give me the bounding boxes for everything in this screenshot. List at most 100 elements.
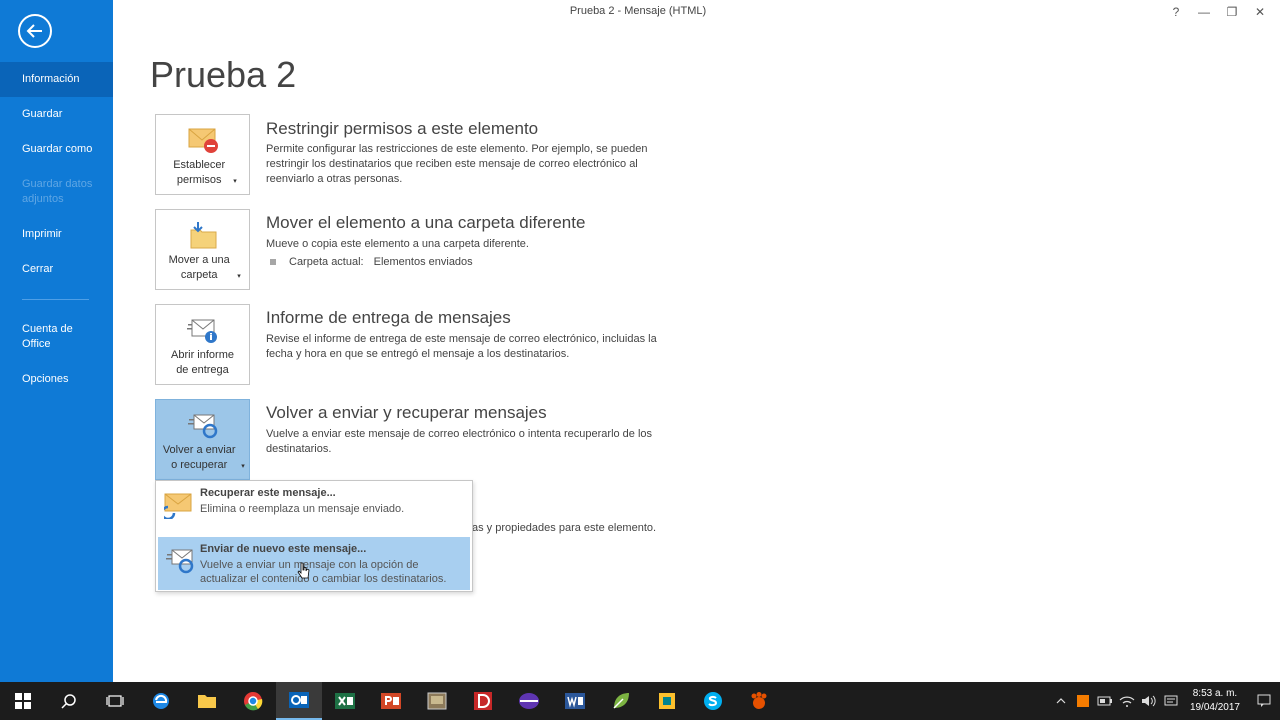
taskbar-app-paw[interactable]	[736, 682, 782, 720]
nav-imprimir[interactable]: Imprimir	[0, 217, 113, 252]
resend-envelope-icon	[166, 549, 194, 574]
resend-message-icon	[187, 414, 217, 439]
taskbar-chrome[interactable]	[230, 682, 276, 720]
bullet-icon	[270, 259, 276, 265]
delivery-title: Informe de entrega de mensajes	[266, 308, 511, 327]
current-folder-label: Carpeta actual:	[289, 256, 364, 268]
arrow-left-icon	[26, 24, 42, 38]
taskbar-edge[interactable]	[138, 682, 184, 720]
chrome-icon	[244, 692, 263, 711]
dropdown-caret-icon: ▾	[233, 178, 237, 185]
d-app-icon	[474, 692, 492, 710]
windows-logo-icon	[15, 693, 31, 709]
resend-recall-menu: Recuperar este mensaje... Elimina o reem…	[155, 480, 473, 592]
powerpoint-icon	[381, 693, 401, 709]
taskbar-word[interactable]	[552, 682, 598, 720]
permissions-desc: Permite configurar las restricciones de …	[266, 143, 648, 185]
disc-app-icon	[519, 693, 539, 709]
wifi-icon[interactable]	[1116, 682, 1138, 720]
clock-date: 19/04/2017	[1189, 702, 1240, 713]
resend-title: Volver a enviar y recuperar mensajes	[266, 403, 547, 422]
minimize-button[interactable]: —	[1190, 2, 1218, 22]
system-clock[interactable]: 8:53 a. m. 19/04/2017	[1182, 687, 1248, 715]
tray-chevron-up-icon[interactable]	[1050, 682, 1072, 720]
move-title: Mover el elemento a una carpeta diferent…	[266, 213, 586, 232]
word-icon	[565, 693, 585, 709]
outlook-icon	[289, 692, 309, 708]
taskbar: 8:53 a. m. 19/04/2017	[0, 682, 1280, 720]
taskbar-app-leaf[interactable]	[598, 682, 644, 720]
permissions-title: Restringir permisos a este elemento	[266, 119, 539, 138]
back-button[interactable]	[18, 14, 52, 48]
current-folder: Carpeta actual: Elementos enviados	[270, 256, 473, 268]
excel-icon	[335, 693, 355, 709]
resend-desc: Vuelve a enviar este mensaje de correo e…	[266, 428, 653, 455]
nav-cuenta-office[interactable]: Cuenta de Office	[0, 312, 90, 362]
resend-message-title: Enviar de nuevo este mensaje...	[200, 543, 367, 555]
leaf-app-icon	[613, 693, 629, 709]
taskbar-skype[interactable]	[690, 682, 736, 720]
dropdown-caret-icon: ▾	[241, 463, 245, 470]
nav-informacion[interactable]: Información	[0, 62, 113, 97]
recall-message-desc: Elimina o reemplaza un mensaje enviado.	[200, 503, 405, 515]
backstage-sidebar: Información Guardar Guardar como Guardar…	[0, 0, 113, 682]
search-icon	[61, 694, 76, 709]
system-tray: 8:53 a. m. 19/04/2017	[1050, 682, 1280, 720]
taskbar-file-explorer[interactable]	[184, 682, 230, 720]
restore-button[interactable]: ❐	[1218, 2, 1246, 22]
current-folder-value: Elementos enviados	[373, 256, 473, 268]
set-permissions-button[interactable]: Establecer permisos ▾	[155, 114, 250, 195]
task-view-button[interactable]	[92, 682, 138, 720]
taskbar-app-square[interactable]	[644, 682, 690, 720]
notifications-button[interactable]	[1248, 694, 1280, 708]
taskbar-app-photo[interactable]	[414, 682, 460, 720]
nav-cerrar[interactable]: Cerrar	[0, 252, 113, 287]
nav-divider	[22, 299, 89, 300]
resend-message-desc: Vuelve a enviar un mensaje con la opción…	[200, 559, 447, 585]
volume-icon[interactable]	[1138, 682, 1160, 720]
task-view-icon	[106, 695, 124, 707]
window-controls: ? — ❐ ✕	[1162, 2, 1274, 22]
search-button[interactable]	[46, 682, 92, 720]
resend-recall-label: Volver a enviar o recuperar	[162, 444, 236, 471]
nav-guardar-como[interactable]: Guardar como	[0, 132, 113, 167]
set-permissions-label: Establecer permisos	[173, 159, 226, 186]
recall-envelope-icon	[164, 493, 192, 519]
taskbar-app-disc[interactable]	[506, 682, 552, 720]
page-title: Prueba 2	[150, 54, 297, 95]
recall-message-item[interactable]: Recuperar este mensaje... Elimina o reem…	[156, 481, 472, 535]
close-button[interactable]: ✕	[1246, 2, 1274, 22]
notification-icon	[1257, 694, 1271, 707]
taskbar-app-d[interactable]	[460, 682, 506, 720]
nav-opciones[interactable]: Opciones	[0, 362, 113, 397]
skype-icon	[704, 692, 722, 710]
envelope-restricted-icon	[188, 128, 218, 153]
input-method-icon[interactable]	[1160, 682, 1182, 720]
tray-app-icon[interactable]	[1072, 682, 1094, 720]
taskbar-powerpoint[interactable]	[368, 682, 414, 720]
battery-icon[interactable]	[1094, 682, 1116, 720]
taskbar-outlook[interactable]	[276, 682, 322, 720]
recall-message-title: Recuperar este mensaje...	[200, 487, 336, 499]
folder-icon	[198, 695, 216, 708]
move-desc: Mueve o copia este elemento a una carpet…	[266, 238, 529, 250]
help-button[interactable]: ?	[1162, 2, 1190, 22]
photo-app-icon	[427, 692, 447, 710]
backstage-nav: Información Guardar Guardar como Guardar…	[0, 62, 113, 397]
edge-icon	[153, 693, 169, 709]
resend-message-item[interactable]: Enviar de nuevo este mensaje... Vuelve a…	[158, 537, 470, 590]
nav-guardar[interactable]: Guardar	[0, 97, 113, 132]
start-button[interactable]	[0, 682, 46, 720]
properties-desc: as y propiedades para este elemento.	[472, 522, 657, 534]
paw-app-icon	[751, 692, 767, 709]
window-title: Prueba 2 - Mensaje (HTML)	[569, 5, 707, 17]
taskbar-excel[interactable]	[322, 682, 368, 720]
clock-time: 8:53 a. m.	[1192, 688, 1238, 699]
move-to-folder-button[interactable]: Mover a una carpeta ▾	[155, 209, 250, 290]
resend-recall-button[interactable]: Volver a enviar o recuperar ▾	[155, 399, 250, 480]
open-delivery-report-button[interactable]: Abrir informe de entrega	[155, 304, 250, 385]
open-delivery-report-label: Abrir informe de entrega	[171, 349, 234, 376]
square-app-icon	[659, 693, 675, 709]
move-to-folder-label: Mover a una carpeta	[168, 254, 230, 281]
nav-guardar-datos-adjuntos: Guardar datos adjuntos	[22, 178, 93, 205]
